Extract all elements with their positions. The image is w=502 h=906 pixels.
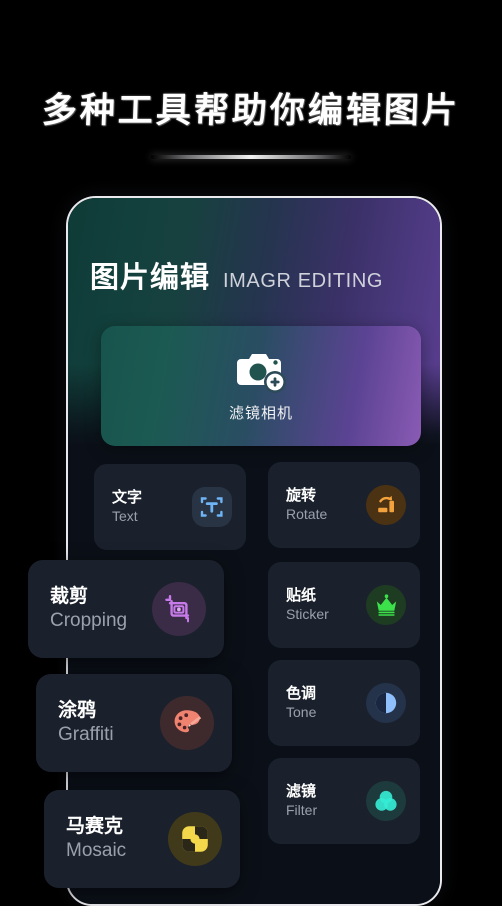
mosaic-icon bbox=[168, 812, 222, 866]
tool-tile-filter-labels: 滤镜 Filter bbox=[286, 782, 318, 819]
three-circles-icon bbox=[366, 781, 406, 821]
tool-label-en: Filter bbox=[286, 802, 318, 819]
tool-label-en: Tone bbox=[286, 704, 317, 721]
headline-section: 多种工具帮助你编辑图片 bbox=[0, 0, 502, 175]
tool-tile-graffiti[interactable]: 涂鸦 Graffiti bbox=[36, 674, 232, 772]
tool-label-en: Graffiti bbox=[58, 723, 114, 745]
tool-tile-tone-labels: 色调 Tone bbox=[286, 684, 317, 721]
tool-tile-graffiti-labels: 涂鸦 Graffiti bbox=[58, 699, 114, 746]
tool-label-cn: 旋转 bbox=[286, 486, 317, 504]
tool-label-cn: 滤镜 bbox=[286, 782, 317, 800]
tool-label-cn: 文字 bbox=[112, 488, 143, 506]
tool-label-en: Mosaic bbox=[66, 839, 127, 861]
tool-tile-mosaic[interactable]: 马赛克 Mosaic bbox=[44, 790, 240, 888]
tool-tile-mosaic-labels: 马赛克 Mosaic bbox=[66, 815, 127, 862]
palette-brush-icon bbox=[160, 696, 214, 750]
tool-label-cn: 裁剪 bbox=[50, 585, 89, 607]
tool-tile-text-labels: 文字 Text bbox=[112, 488, 143, 525]
tool-label-cn: 色调 bbox=[286, 684, 317, 702]
camera-plus-icon bbox=[235, 349, 287, 393]
app-title-cn: 图片编辑 bbox=[90, 262, 211, 294]
tool-label-en: Text bbox=[112, 508, 138, 525]
featured-filter-camera-card[interactable]: 滤镜相机 bbox=[101, 326, 421, 446]
tool-label-cn: 贴纸 bbox=[286, 586, 317, 604]
rotate-icon bbox=[366, 485, 406, 525]
tool-label-en: Cropping bbox=[50, 609, 128, 631]
crown-icon bbox=[366, 585, 406, 625]
tool-label-cn: 马赛克 bbox=[66, 815, 124, 837]
crop-icon bbox=[152, 582, 206, 636]
page-title: 多种工具帮助你编辑图片 bbox=[41, 90, 461, 131]
featured-card-label: 滤镜相机 bbox=[228, 405, 293, 422]
tool-tile-filter[interactable]: 滤镜 Filter bbox=[268, 758, 420, 844]
tool-tile-sticker[interactable]: 贴纸 Sticker bbox=[268, 562, 420, 648]
text-frame-icon bbox=[192, 487, 232, 527]
headline-divider bbox=[151, 155, 351, 159]
contrast-circle-icon bbox=[366, 683, 406, 723]
tool-tile-cropping-labels: 裁剪 Cropping bbox=[50, 585, 128, 632]
tool-tile-sticker-labels: 贴纸 Sticker bbox=[286, 586, 329, 623]
tool-label-cn: 涂鸦 bbox=[58, 699, 97, 721]
app-title-en: IMAGR EDITING bbox=[223, 270, 384, 292]
tool-tile-tone[interactable]: 色调 Tone bbox=[268, 660, 420, 746]
app-title-row: 图片编辑 IMAGR EDITING bbox=[90, 264, 383, 293]
tool-tile-cropping[interactable]: 裁剪 Cropping bbox=[28, 560, 224, 658]
tool-tile-text[interactable]: 文字 Text bbox=[94, 464, 246, 550]
tool-label-en: Sticker bbox=[286, 606, 329, 623]
tool-label-en: Rotate bbox=[286, 506, 328, 523]
tool-tile-rotate-labels: 旋转 Rotate bbox=[286, 486, 328, 523]
tool-tile-rotate[interactable]: 旋转 Rotate bbox=[268, 462, 420, 548]
